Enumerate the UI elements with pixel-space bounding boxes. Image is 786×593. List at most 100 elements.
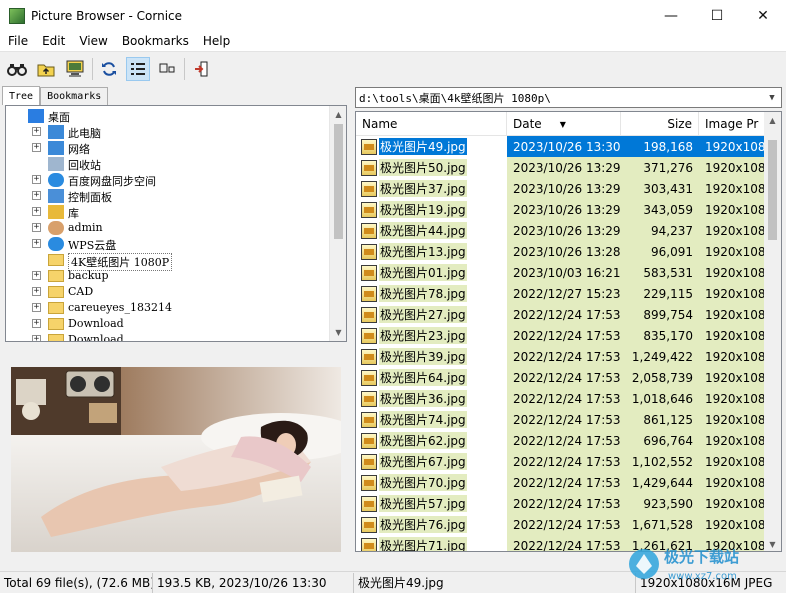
tree-rows: 桌面 + 此电脑 + 网络 回收站 + 百度网盘同步空间 + 控制面板 + 库 + admin + WPS云盘… xyxy=(6,108,331,341)
scroll-down-icon[interactable]: ▼ xyxy=(764,536,781,551)
menu-help[interactable]: Help xyxy=(196,34,237,48)
file-row[interactable]: 极光图片74.jpg 2022/12/24 17:53 861,125 1920x10… xyxy=(356,409,766,430)
file-row[interactable]: 极光图片62.jpg 2022/12/24 17:53 696,764 1920x10… xyxy=(356,430,766,451)
tree-item-label: Download xyxy=(68,317,124,330)
file-row[interactable]: 极光图片67.jpg 2022/12/24 17:53 1,102,552 1920x… xyxy=(356,451,766,472)
tree-item-label: 百度网盘同步空间 xyxy=(68,175,156,188)
column-size[interactable]: Size xyxy=(621,112,699,136)
expand-icon[interactable]: + xyxy=(32,271,41,280)
file-list-scroll-thumb[interactable] xyxy=(768,140,777,240)
tree-item-label: 桌面 xyxy=(48,111,70,124)
tree-item[interactable]: + 库 xyxy=(6,204,331,220)
tab-tree[interactable]: Tree xyxy=(2,86,41,105)
expand-icon[interactable]: + xyxy=(32,191,41,200)
file-name-cell: 极光图片44.jpg xyxy=(356,220,507,241)
file-row[interactable]: 极光图片57.jpg 2022/12/24 17:53 923,590 1920x10… xyxy=(356,493,766,514)
file-row[interactable]: 极光图片23.jpg 2022/12/24 17:53 835,170 1920x10… xyxy=(356,325,766,346)
tree-item[interactable]: + 百度网盘同步空间 xyxy=(6,172,331,188)
tree-item[interactable]: + 网络 xyxy=(6,140,331,156)
file-row[interactable]: 极光图片70.jpg 2022/12/24 17:53 1,429,644 1920x… xyxy=(356,472,766,493)
folder-up-button[interactable] xyxy=(34,57,58,81)
file-name-cell: 极光图片62.jpg xyxy=(356,430,507,451)
menu-bookmarks[interactable]: Bookmarks xyxy=(115,34,196,48)
tree-item[interactable]: + 控制面板 xyxy=(6,188,331,204)
tree-item[interactable]: 4K壁纸图片 1080P xyxy=(6,252,331,271)
tree-item[interactable]: + 此电脑 xyxy=(6,124,331,140)
file-image-properties: 1920x108 xyxy=(699,346,766,367)
tree-scrollbar[interactable]: ▲ ▼ xyxy=(329,106,346,341)
slideshow-button[interactable] xyxy=(63,57,87,81)
file-image-properties: 1920x108 xyxy=(699,472,766,493)
tree-item[interactable]: 回收站 xyxy=(6,156,331,172)
expand-icon[interactable]: + xyxy=(32,287,41,296)
file-name: 极光图片44.jpg xyxy=(379,222,467,239)
left-tabs: Tree Bookmarks xyxy=(2,86,109,105)
folder-tree[interactable]: 桌面 + 此电脑 + 网络 回收站 + 百度网盘同步空间 + 控制面板 + 库 + admin + WPS云盘… xyxy=(5,105,347,342)
tree-item[interactable]: + CAD xyxy=(6,284,331,300)
expand-icon[interactable]: + xyxy=(32,143,41,152)
search-button[interactable] xyxy=(5,57,29,81)
file-row[interactable]: 极光图片44.jpg 2023/10/26 13:29 94,237 1920x108 xyxy=(356,220,766,241)
expand-icon[interactable]: + xyxy=(32,175,41,184)
tree-item[interactable]: + Download xyxy=(6,332,331,341)
file-row[interactable]: 极光图片01.jpg 2023/10/03 16:21 583,531 1920x10… xyxy=(356,262,766,283)
refresh-button[interactable] xyxy=(97,57,121,81)
file-row[interactable]: 极光图片39.jpg 2022/12/24 17:53 1,249,422 1920x… xyxy=(356,346,766,367)
expand-icon[interactable]: + xyxy=(32,319,41,328)
tree-item[interactable]: + WPS云盘 xyxy=(6,236,331,252)
exit-button[interactable] xyxy=(189,57,213,81)
chevron-down-icon[interactable]: ▼ xyxy=(765,90,779,105)
path-combobox[interactable]: d:\tools\桌面\4k壁纸图片 1080p\ ▼ xyxy=(355,87,782,108)
tab-bookmarks[interactable]: Bookmarks xyxy=(40,87,109,105)
file-row[interactable]: 极光图片78.jpg 2022/12/27 15:23 229,115 1920x10… xyxy=(356,283,766,304)
file-row[interactable]: 极光图片27.jpg 2022/12/24 17:53 899,754 1920x10… xyxy=(356,304,766,325)
file-date: 2022/12/24 17:53 xyxy=(507,514,621,535)
file-row[interactable]: 极光图片19.jpg 2023/10/26 13:29 343,059 1920x10… xyxy=(356,199,766,220)
tree-item[interactable]: 桌面 xyxy=(6,108,331,124)
thumbnails-view-button[interactable] xyxy=(155,57,179,81)
maximize-button[interactable]: ☐ xyxy=(694,0,740,31)
details-view-button[interactable] xyxy=(126,56,150,81)
expand-icon[interactable]: + xyxy=(32,207,41,216)
file-image-properties: 1920x108 xyxy=(699,325,766,346)
file-row[interactable]: 极光图片71.jpg 2022/12/24 17:53 1,261,621 1920x… xyxy=(356,535,766,551)
file-date: 2022/12/27 15:23 xyxy=(507,283,621,304)
menu-view[interactable]: View xyxy=(72,34,114,48)
file-row[interactable]: 极光图片49.jpg 2023/10/26 13:30 198,168 1920x10… xyxy=(356,136,766,157)
expand-icon[interactable]: + xyxy=(32,303,41,312)
scroll-up-icon[interactable]: ▲ xyxy=(764,112,781,129)
close-button[interactable]: ✕ xyxy=(740,0,786,31)
file-size: 1,261,621 xyxy=(621,535,699,551)
file-list-scrollbar[interactable]: ▲ ▼ xyxy=(764,112,781,551)
tree-item[interactable]: + careueyes_183214 xyxy=(6,300,331,316)
file-row[interactable]: 极光图片36.jpg 2022/12/24 17:53 1,018,646 1920x… xyxy=(356,388,766,409)
menu-file[interactable]: File xyxy=(0,34,35,48)
menu-edit[interactable]: Edit xyxy=(35,34,72,48)
column-name[interactable]: Name xyxy=(356,112,507,136)
expand-icon[interactable]: + xyxy=(32,239,41,248)
file-name-cell: 极光图片67.jpg xyxy=(356,451,507,472)
file-row[interactable]: 极光图片76.jpg 2022/12/24 17:53 1,671,528 1920x… xyxy=(356,514,766,535)
file-row[interactable]: 极光图片64.jpg 2022/12/24 17:53 2,058,739 1920x… xyxy=(356,367,766,388)
minimize-button[interactable]: — xyxy=(648,0,694,31)
column-date[interactable]: Date ▼ xyxy=(507,112,621,136)
scroll-down-icon[interactable]: ▼ xyxy=(330,324,346,341)
network-icon xyxy=(48,141,64,155)
expand-icon[interactable]: + xyxy=(32,335,41,341)
status-bar: Total 69 file(s), (72.6 MB) 193.5 KB, 20… xyxy=(0,571,786,593)
image-preview[interactable] xyxy=(11,367,341,552)
tree-item[interactable]: + admin xyxy=(6,220,331,236)
expand-icon[interactable]: + xyxy=(32,127,41,136)
column-image-properties[interactable]: Image Pr xyxy=(699,112,766,136)
tree-item[interactable]: + backup xyxy=(6,268,331,284)
file-list-rows: 极光图片49.jpg 2023/10/26 13:30 198,168 1920x10… xyxy=(356,136,766,551)
file-date: 2022/12/24 17:53 xyxy=(507,325,621,346)
file-row[interactable]: 极光图片13.jpg 2023/10/26 13:28 96,091 1920x108 xyxy=(356,241,766,262)
scroll-up-icon[interactable]: ▲ xyxy=(330,106,346,123)
tree-item[interactable]: + Download xyxy=(6,316,331,332)
file-row[interactable]: 极光图片50.jpg 2023/10/26 13:29 371,276 1920x10… xyxy=(356,157,766,178)
file-list[interactable]: Name Date ▼ Size Image Pr 极光图片49.jpg 2023… xyxy=(355,111,782,552)
file-row[interactable]: 极光图片37.jpg 2023/10/26 13:29 303,431 1920x10… xyxy=(356,178,766,199)
tree-scroll-thumb[interactable] xyxy=(334,124,343,239)
expand-icon[interactable]: + xyxy=(32,223,41,232)
